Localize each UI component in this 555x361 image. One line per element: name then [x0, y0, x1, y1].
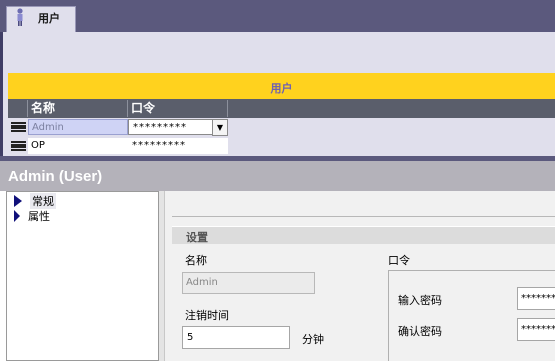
inspector-title: Admin (User) [8, 168, 103, 185]
password-group [388, 270, 555, 361]
password-group-title: 口令 [388, 254, 410, 267]
table-cell-name[interactable]: OP [28, 138, 128, 154]
name-field[interactable]: Admin [182, 272, 315, 294]
logout-time-label: 注销时间 [185, 309, 229, 322]
arrow-right-icon [14, 195, 22, 207]
divider [172, 216, 555, 217]
logout-time-input[interactable]: 5 [182, 326, 290, 349]
user-icon [17, 8, 23, 26]
nav-item-properties[interactable]: 属性 [14, 209, 50, 223]
tab-bar [0, 0, 555, 32]
confirm-password-input[interactable]: ********* [517, 318, 555, 341]
row-handle-icon[interactable] [11, 120, 26, 134]
name-label: 名称 [185, 254, 207, 267]
editor-title: 用户 [270, 82, 293, 95]
settings-header [172, 226, 555, 244]
column-header-name[interactable]: 名称 [28, 100, 128, 117]
confirm-password-label: 确认密码 [398, 325, 442, 338]
table-cell-password[interactable]: ********* [128, 138, 228, 154]
tab-label: 用户 [38, 12, 60, 25]
nav-item-label: 常规 [30, 193, 56, 209]
table-cell-name[interactable]: Admin [28, 119, 128, 135]
nav-item-general[interactable]: 常规 [14, 193, 56, 209]
arrow-right-icon [14, 210, 20, 222]
row-select-header [10, 100, 28, 117]
enter-password-label: 输入密码 [398, 294, 442, 307]
column-header-password[interactable]: 口令 [128, 100, 228, 117]
chevron-down-icon[interactable]: ▼ [212, 119, 228, 136]
settings-title: 设置 [186, 231, 208, 244]
logout-time-unit: 分钟 [302, 333, 324, 346]
row-handle-icon[interactable] [11, 139, 26, 153]
enter-password-input[interactable]: ********* [517, 287, 555, 310]
nav-item-label: 属性 [28, 210, 50, 223]
